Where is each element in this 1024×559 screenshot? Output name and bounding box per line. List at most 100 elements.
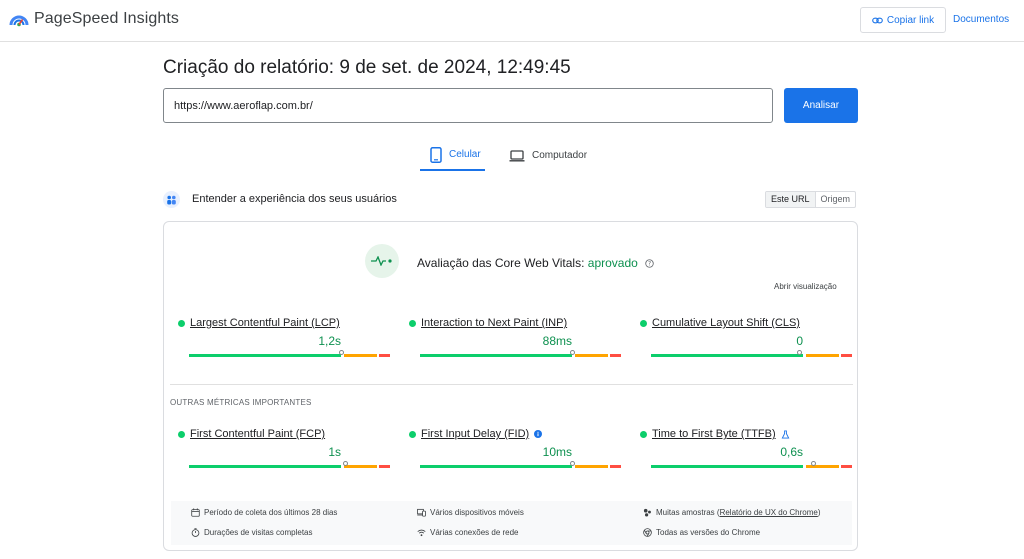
info-durations-text: Durações de visitas completas	[204, 528, 313, 537]
tab-desktop[interactable]: Computador	[509, 140, 599, 171]
p75-marker	[810, 461, 816, 466]
wifi-icon	[417, 529, 426, 537]
poor-segment	[840, 354, 852, 357]
samples-icon	[643, 508, 651, 517]
metric-ttfb-distribution-bar	[651, 461, 852, 468]
poor-segment	[840, 465, 852, 468]
calendar-icon	[191, 508, 200, 517]
info-samples-prefix: Muitas amostras (	[656, 508, 720, 517]
help-icon[interactable]: ?	[645, 259, 654, 268]
top-bar: PageSpeed Insights Copiar link Documento…	[0, 0, 1024, 42]
good-status-dot	[178, 319, 185, 327]
cwv-pulse-icon	[365, 244, 399, 278]
metric-fid: First Input Delay (FID) 10ms	[409, 428, 621, 473]
average-segment	[574, 354, 608, 357]
good-segment	[651, 465, 803, 468]
metric-fid-distribution-bar	[420, 461, 621, 468]
open-view-link[interactable]: Abrir visualização	[774, 282, 837, 291]
info-icon[interactable]	[534, 430, 543, 438]
metric-inp-value: 88ms	[542, 334, 572, 348]
toggle-this-url[interactable]: Este URL	[766, 192, 816, 207]
link-icon	[872, 17, 883, 23]
divider	[170, 384, 853, 385]
data-collection-info: Período de coleta dos últimos 28 dias Du…	[171, 501, 852, 545]
good-segment	[420, 354, 572, 357]
tab-desktop-label: Computador	[532, 150, 588, 161]
info-chrome-versions-text: Todas as versões do Chrome	[656, 528, 761, 537]
good-segment	[651, 354, 803, 357]
url-input[interactable]	[163, 88, 773, 123]
info-connections: Várias conexões de rede	[417, 528, 519, 537]
good-segment	[420, 465, 572, 468]
good-status-dot	[640, 319, 647, 327]
metric-fid-label: First Input Delay (FID)	[421, 428, 530, 440]
p75-marker	[569, 350, 575, 355]
p75-marker	[338, 350, 344, 355]
devices-icon	[417, 508, 426, 517]
chrome-ux-report-link[interactable]: Relatório de UX do Chrome	[720, 508, 818, 517]
poor-segment	[378, 354, 390, 357]
copy-link-button[interactable]: Copiar link	[860, 7, 946, 33]
good-status-dot	[178, 430, 185, 438]
field-data-card: Avaliação das Core Web Vitals: aprovado …	[163, 221, 858, 551]
info-devices: Vários dispositivos móveis	[417, 508, 524, 517]
metric-fcp: First Contentful Paint (FCP) 1s	[178, 428, 390, 473]
cwv-assessment: Avaliação das Core Web Vitals: aprovado …	[417, 256, 654, 270]
metric-fid-value: 10ms	[542, 445, 572, 459]
metric-lcp-value: 1,2s	[318, 334, 341, 348]
tab-mobile[interactable]: Celular	[420, 140, 485, 171]
metric-fcp-distribution-bar	[189, 461, 390, 468]
average-segment	[805, 354, 839, 357]
experimental-flask-icon[interactable]	[781, 429, 790, 439]
poor-segment	[609, 465, 621, 468]
good-status-dot	[409, 319, 416, 327]
info-period: Período de coleta dos últimos 28 dias	[191, 508, 337, 517]
metric-lcp: Largest Contentful Paint (LCP) 1,2s	[178, 317, 390, 362]
metric-inp-label: Interaction to Next Paint (INP)	[421, 317, 568, 329]
app-name: PageSpeed Insights	[34, 10, 180, 27]
metric-fcp-value: 1s	[328, 445, 341, 459]
good-status-dot	[409, 430, 416, 438]
brand[interactable]: PageSpeed Insights	[9, 9, 179, 29]
metric-fcp-label: First Contentful Paint (FCP)	[190, 428, 326, 440]
p75-marker	[796, 350, 802, 355]
section-title: Entender a experiência dos seus usuários	[192, 193, 397, 205]
info-durations: Durações de visitas completas	[191, 528, 313, 537]
metric-ttfb-name[interactable]: Time to First Byte (TTFB)	[640, 428, 790, 440]
analyze-button[interactable]: Analisar	[784, 88, 858, 123]
metric-fcp-name[interactable]: First Contentful Paint (FCP)	[178, 428, 325, 440]
metric-ttfb-label: Time to First Byte (TTFB)	[652, 428, 776, 440]
average-segment	[805, 465, 839, 468]
user-experience-heading: Entender a experiência dos seus usuários	[163, 189, 858, 209]
metric-fid-name[interactable]: First Input Delay (FID)	[409, 428, 543, 440]
info-samples: Muitas amostras (Relatório de UX do Chro…	[643, 508, 821, 517]
metric-lcp-distribution-bar	[189, 350, 390, 357]
metric-cls-name[interactable]: Cumulative Layout Shift (CLS)	[640, 317, 800, 329]
svg-text:?: ?	[648, 262, 651, 268]
users-icon	[163, 190, 180, 208]
metric-lcp-name[interactable]: Largest Contentful Paint (LCP)	[178, 317, 340, 329]
metric-ttfb: Time to First Byte (TTFB) 0,6s	[640, 428, 852, 473]
toggle-origin[interactable]: Origem	[816, 192, 856, 207]
phone-icon	[430, 146, 442, 163]
docs-link[interactable]: Documentos	[953, 14, 1009, 25]
metric-cls-value: 0	[796, 334, 803, 348]
good-segment	[189, 465, 341, 468]
info-connections-text: Várias conexões de rede	[430, 528, 519, 537]
cwv-assessment-status: aprovado	[587, 256, 638, 270]
metric-ttfb-value: 0,6s	[780, 445, 803, 459]
metric-cls-distribution-bar	[651, 350, 852, 357]
poor-segment	[609, 354, 621, 357]
report-title: Criação do relatório: 9 de set. de 2024,…	[163, 57, 571, 78]
laptop-icon	[509, 149, 525, 162]
metric-inp-distribution-bar	[420, 350, 621, 357]
metric-inp-name[interactable]: Interaction to Next Paint (INP)	[409, 317, 567, 329]
timer-icon	[191, 528, 200, 537]
metric-inp: Interaction to Next Paint (INP) 88ms	[409, 317, 621, 362]
chrome-icon	[643, 528, 652, 537]
tab-mobile-label: Celular	[449, 149, 481, 160]
average-segment	[343, 465, 377, 468]
info-chrome-versions: Todas as versões do Chrome	[643, 528, 760, 537]
metric-cls: Cumulative Layout Shift (CLS) 0	[640, 317, 852, 362]
metric-cls-label: Cumulative Layout Shift (CLS)	[652, 317, 800, 329]
